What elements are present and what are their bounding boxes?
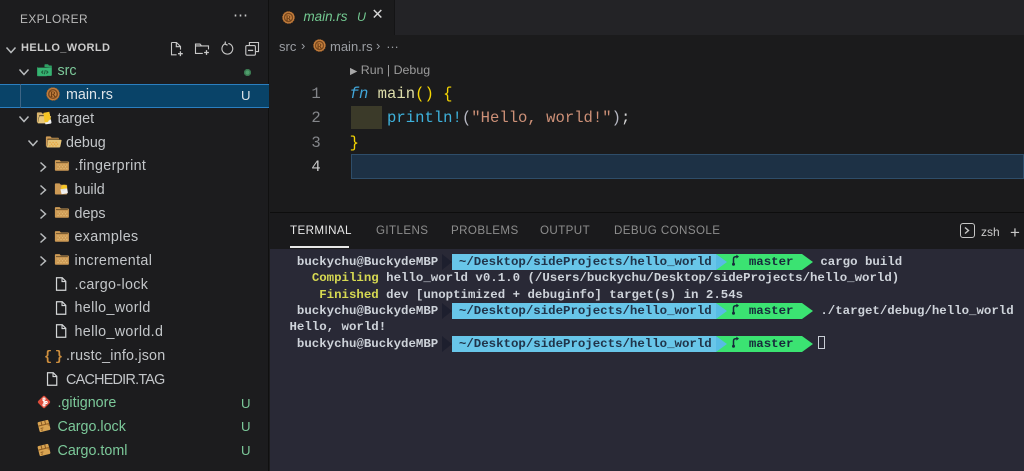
svg-text:R: R [50,90,56,99]
svg-text:R: R [317,41,323,50]
svg-text:{ }: { } [45,350,62,364]
svg-text:R: R [286,13,292,22]
